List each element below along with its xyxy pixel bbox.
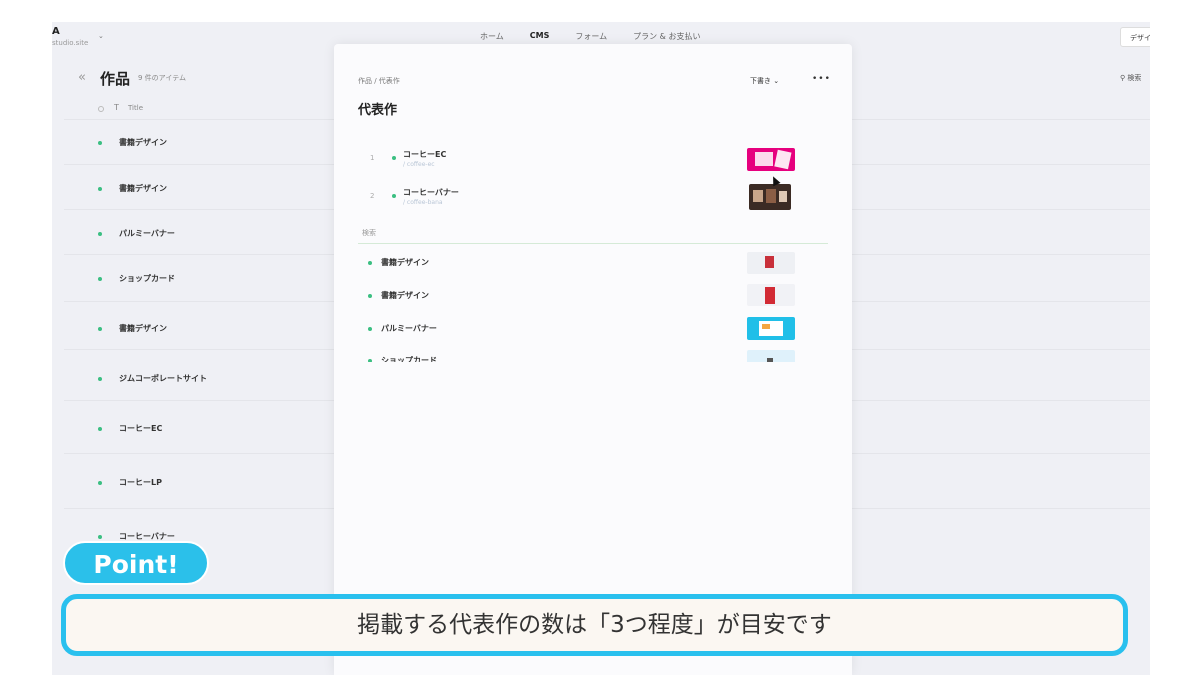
status-label: 下書き — [750, 77, 771, 85]
status-dot — [98, 276, 102, 281]
point-badge: Point! — [63, 541, 209, 585]
list-item[interactable]: 書籍デザイン — [98, 323, 167, 334]
column-header-title[interactable]: Title — [128, 104, 143, 112]
cms-window: A studio.site ⌄ ホーム CMS フォーム プラン & お支払い … — [52, 22, 1150, 675]
status-dot — [392, 156, 396, 160]
list-item[interactable]: コーヒーEC — [98, 423, 162, 434]
thumbnail-image — [747, 148, 795, 171]
result-item[interactable]: 書籍デザイン — [368, 257, 429, 268]
item-slug: / coffee-bana — [403, 199, 443, 206]
reference-picker-modal: 作品 / 代表作 下書き ⌄ ••• 代表作 1 コーヒーEC / coffee… — [334, 44, 852, 675]
item-count: 9 件のアイテム — [138, 74, 186, 82]
item-order: 1 — [370, 154, 375, 162]
thumbnail-image — [747, 284, 795, 306]
site-title[interactable]: A — [52, 26, 60, 37]
list-item[interactable]: 書籍デザイン — [98, 183, 167, 194]
top-nav: ホーム CMS フォーム プラン & お支払い — [480, 31, 700, 42]
thumbnail-image — [747, 317, 795, 340]
nav-cms[interactable]: CMS — [530, 31, 550, 42]
result-item[interactable]: 書籍デザイン — [368, 290, 429, 301]
collapse-icon[interactable]: « — [78, 70, 86, 85]
status-dot — [98, 140, 102, 145]
site-url: studio.site — [52, 39, 89, 47]
item-order: 2 — [370, 192, 375, 200]
list-item[interactable]: パルミーバナー — [98, 228, 175, 239]
status-dot — [368, 326, 372, 331]
list-item[interactable]: ジムコーポレートサイト — [98, 373, 207, 384]
result-item[interactable]: パルミーバナー — [368, 323, 437, 334]
nav-home[interactable]: ホーム — [480, 31, 504, 42]
list-item[interactable]: コーヒーLP — [98, 477, 162, 488]
item-name: コーヒーEC — [403, 150, 447, 159]
item-name: コーヒーバナー — [403, 188, 459, 197]
thumbnail-image — [749, 184, 791, 210]
modal-title: 代表作 — [358, 103, 398, 118]
design-button[interactable]: デザイン — [1120, 27, 1150, 47]
collection-title: 作品 — [100, 70, 131, 88]
status-dot — [98, 480, 102, 485]
search-button[interactable]: ⚲ 検索 — [1120, 73, 1141, 83]
status-dot — [392, 194, 396, 198]
nav-plan[interactable]: プラン & お支払い — [633, 31, 700, 42]
status-dot — [98, 426, 102, 431]
more-icon[interactable]: ••• — [812, 74, 831, 84]
divider — [358, 243, 828, 244]
chevron-down-icon[interactable]: ⌄ — [98, 32, 104, 40]
status-dot — [368, 260, 372, 265]
list-item[interactable]: 書籍デザイン — [98, 137, 167, 148]
breadcrumb: 作品 / 代表作 — [358, 77, 400, 85]
status-dot — [368, 293, 372, 298]
status-dot — [98, 186, 102, 191]
item-slug: / coffee-ec — [403, 161, 435, 168]
caption-banner: 掲載する代表作の数は「3つ程度」が目安です — [61, 594, 1128, 656]
search-label: 検索 — [1127, 74, 1142, 82]
status-dot — [98, 231, 102, 236]
status-dot — [98, 534, 102, 539]
select-all-radio[interactable] — [98, 106, 104, 112]
text-type-icon: T — [114, 103, 119, 112]
thumbnail-image — [747, 252, 795, 274]
nav-form[interactable]: フォーム — [575, 31, 607, 42]
status-dot — [98, 326, 102, 331]
search-field[interactable]: 検索 — [362, 228, 376, 238]
status-dot — [98, 376, 102, 381]
list-item[interactable]: ショップカード — [98, 273, 175, 284]
status-dropdown[interactable]: 下書き ⌄ — [750, 76, 779, 86]
